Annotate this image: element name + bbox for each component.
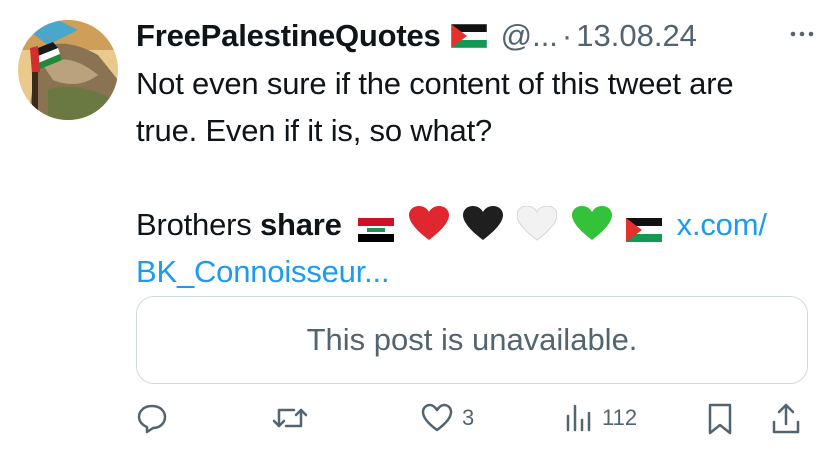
green-heart-icon xyxy=(571,206,612,240)
white-heart-icon xyxy=(517,206,558,241)
likes-count: 3 xyxy=(462,405,475,430)
author-name[interactable]: FreePalestineQuotes xyxy=(136,18,441,54)
tweet-body: Not even sure if the content of this twe… xyxy=(136,60,816,295)
views-icon xyxy=(566,404,591,432)
red-heart-icon xyxy=(408,206,449,240)
heart-icon xyxy=(421,403,453,432)
share-icon xyxy=(772,403,800,434)
bookmark-icon xyxy=(708,403,732,435)
reply-icon xyxy=(137,404,167,434)
black-heart-icon xyxy=(462,206,503,240)
like-button[interactable]: 3 xyxy=(420,402,474,434)
share-button[interactable] xyxy=(770,402,802,436)
tweet-link[interactable]: x.com/ xyxy=(677,207,767,242)
tweet-date[interactable]: 13.08.24 xyxy=(576,18,697,54)
quoted-post-card[interactable]: This post is unavailable. xyxy=(136,296,808,384)
separator: · xyxy=(561,18,573,53)
tweet-header: FreePalestineQuotes @... · 13.08.24 xyxy=(136,14,816,58)
iraq-flag-icon xyxy=(358,218,395,242)
avatar[interactable] xyxy=(18,20,118,120)
avatar-image xyxy=(18,20,118,120)
tweet-text-line: BK_Connoisseur... xyxy=(136,248,816,295)
reply-button[interactable] xyxy=(136,402,168,434)
author-handle[interactable]: @... xyxy=(501,18,558,54)
tweet-text-line: Not even sure if the content of this twe… xyxy=(136,66,734,101)
tweet-link[interactable]: BK_Connoisseur... xyxy=(136,254,390,289)
tweet-actions: 3 112 xyxy=(136,396,816,444)
bookmark-button[interactable] xyxy=(706,402,734,436)
text-prefix: Brothers xyxy=(136,207,252,242)
views-button[interactable]: 112 xyxy=(564,402,637,434)
quoted-post-message: This post is unavailable. xyxy=(306,322,638,357)
retweet-button[interactable] xyxy=(272,402,308,434)
palestine-flag-icon xyxy=(626,218,663,242)
tweet-text-line: true. Even if it is, so what? xyxy=(136,113,493,148)
retweet-icon xyxy=(272,408,308,428)
more-icon[interactable] xyxy=(788,20,816,56)
text-bold: share xyxy=(259,207,342,242)
views-count: 112 xyxy=(602,405,638,430)
palestine-flag-icon xyxy=(450,24,487,48)
tweet-text-line: Brothers share x.com/ xyxy=(136,201,816,248)
